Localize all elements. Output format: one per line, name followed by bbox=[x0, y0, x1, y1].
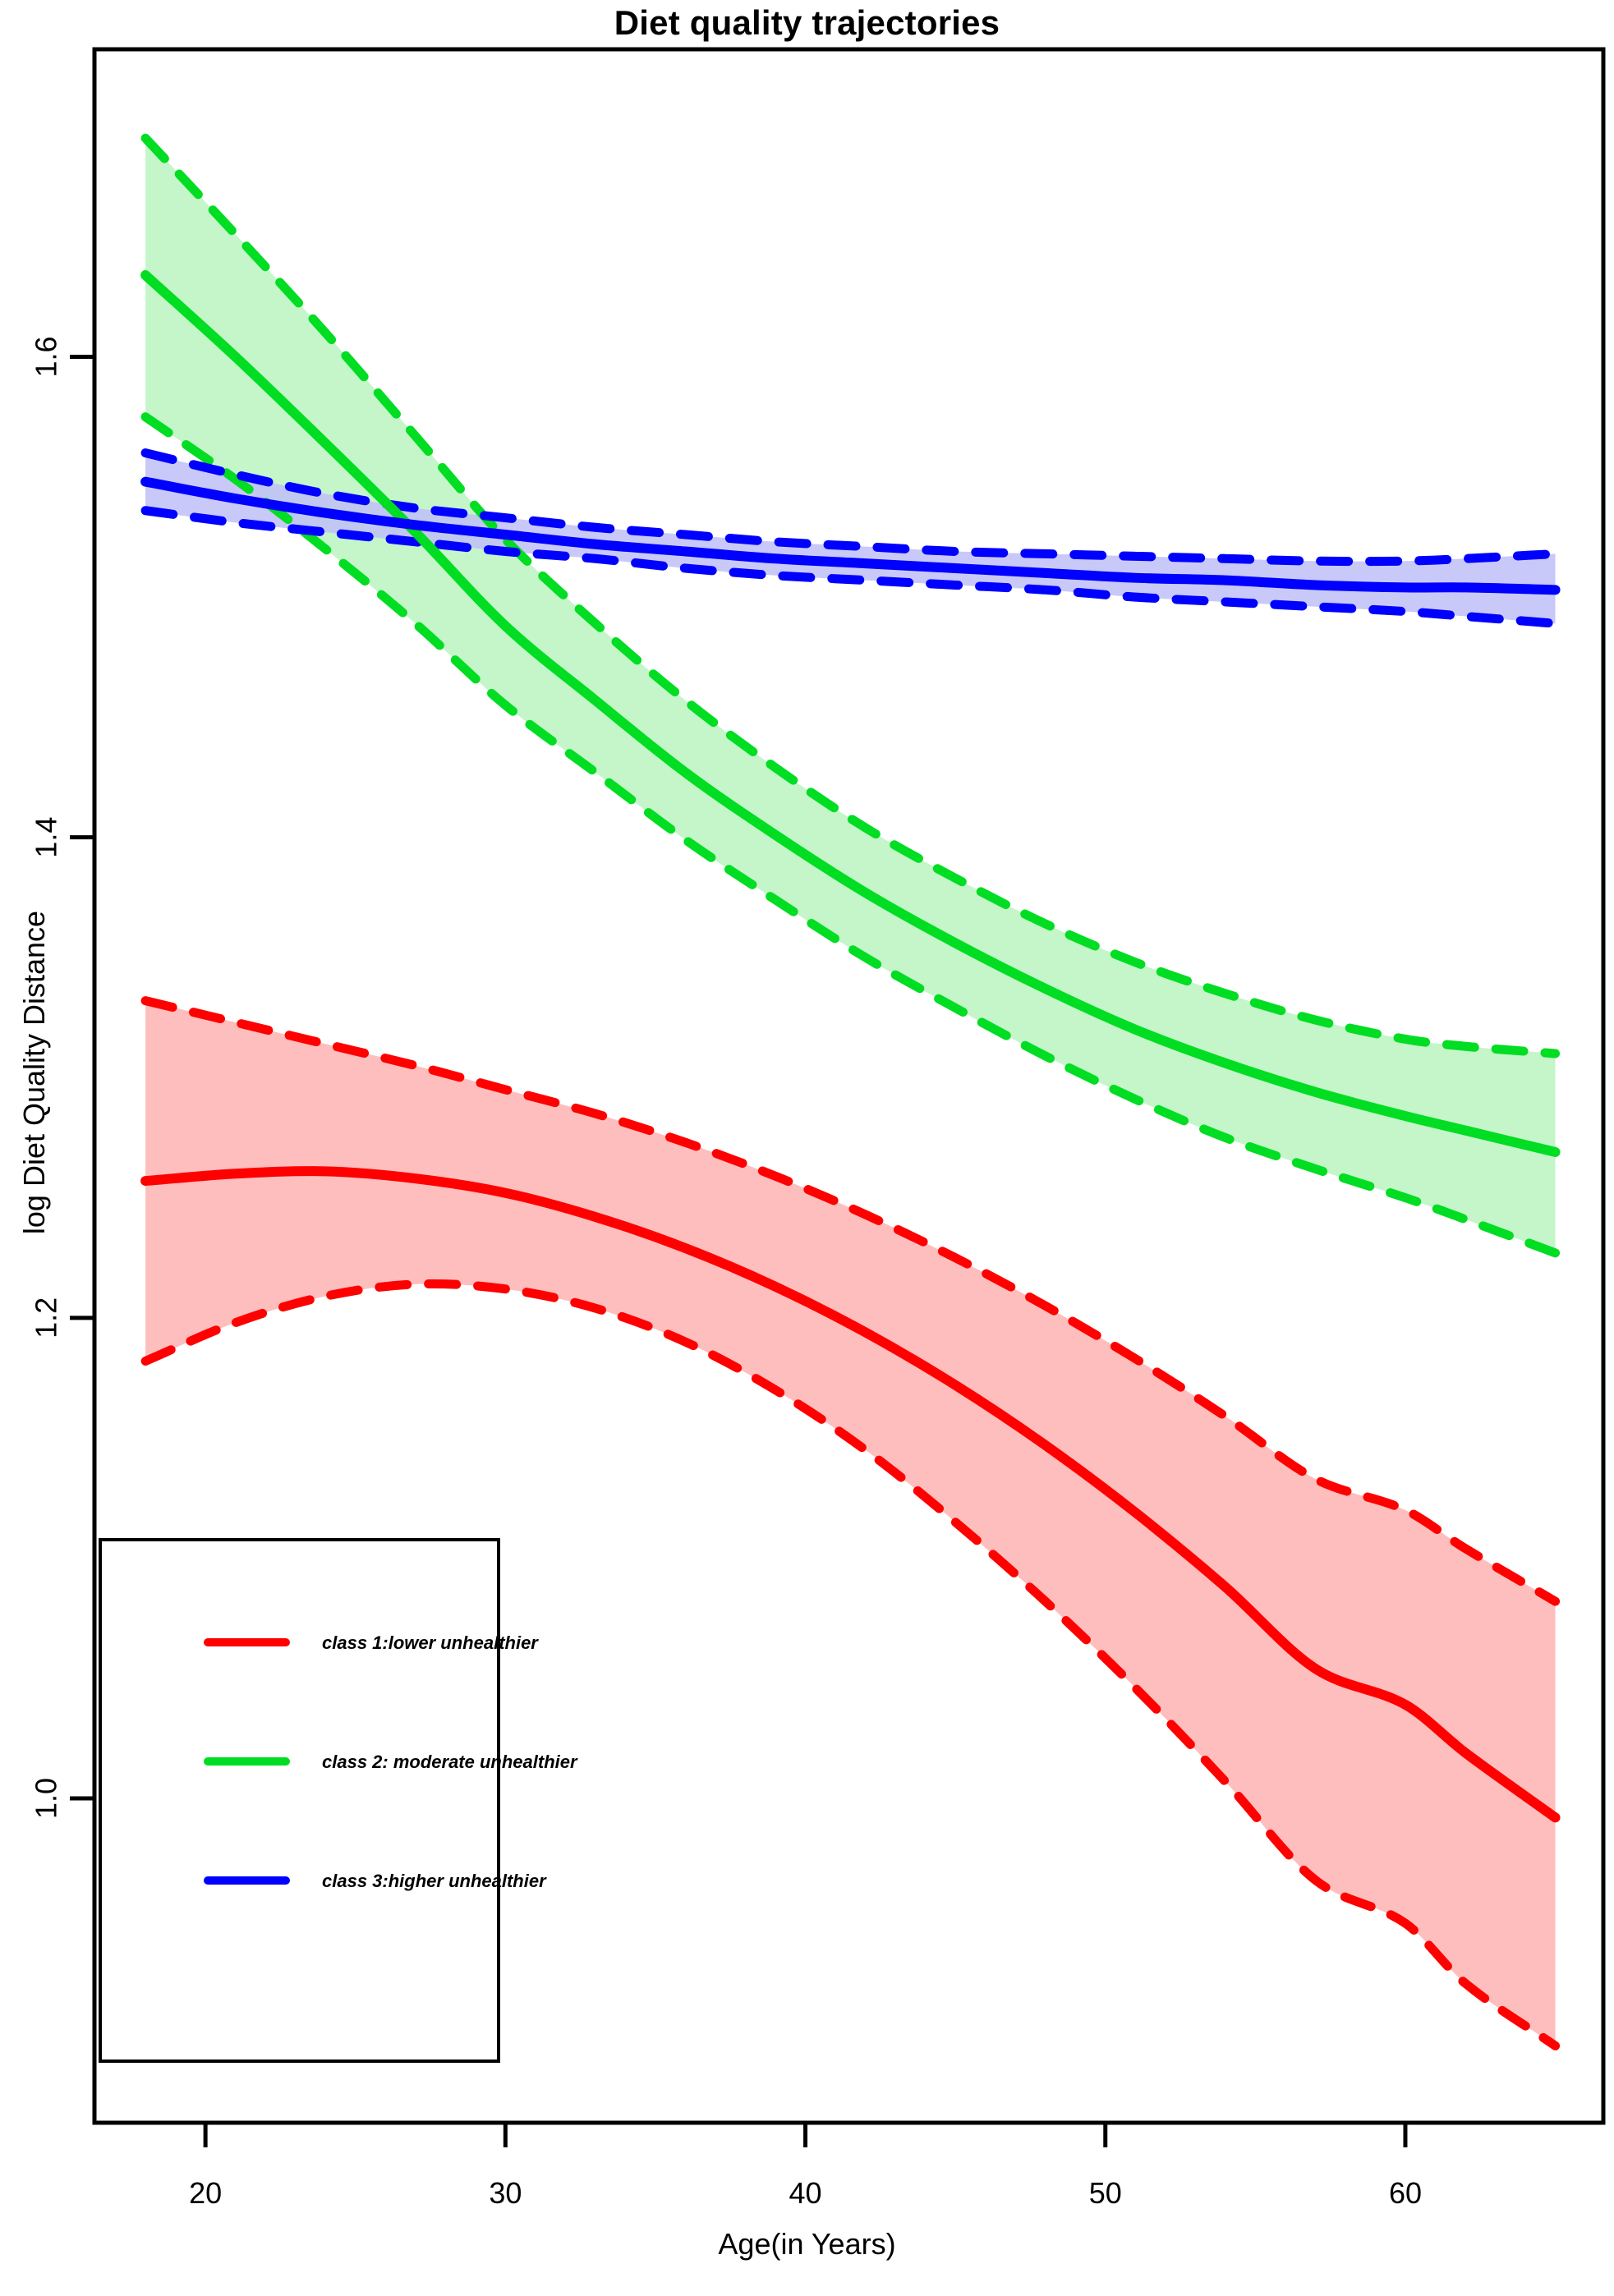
x-tick-label: 60 bbox=[1389, 2176, 1422, 2210]
chart-figure: Diet quality trajectories log Diet Quali… bbox=[0, 0, 1614, 2296]
x-tick-label: 20 bbox=[189, 2176, 222, 2210]
legend-label-2: class 2: moderate unhealthier bbox=[322, 1752, 578, 1772]
x-tick-label: 30 bbox=[489, 2176, 522, 2210]
legend-box bbox=[99, 1538, 500, 2063]
x-tick-label: 50 bbox=[1089, 2176, 1122, 2210]
y-tick-label: 1.0 bbox=[30, 1778, 63, 1819]
x-axis: 20 30 40 50 60 bbox=[94, 2120, 1603, 2210]
legend-label-3: class 3:higher unhealthier bbox=[322, 1871, 547, 1891]
y-tick-label: 1.6 bbox=[30, 336, 63, 377]
chart-legend[interactable]: class 1:lower unhealthier class 2: modera… bbox=[99, 1538, 578, 2063]
y-tick-label: 1.4 bbox=[30, 817, 63, 858]
x-tick-label: 40 bbox=[789, 2176, 822, 2210]
legend-label-1: class 1:lower unhealthier bbox=[322, 1632, 539, 1653]
plot-canvas: 20 30 40 50 60 1.0 1.2 1.4 1.6 class 1:lower un… bbox=[30, 47, 1606, 2210]
y-tick-label: 1.2 bbox=[30, 1297, 63, 1339]
y-axis: 1.0 1.2 1.4 1.6 bbox=[30, 336, 97, 1819]
